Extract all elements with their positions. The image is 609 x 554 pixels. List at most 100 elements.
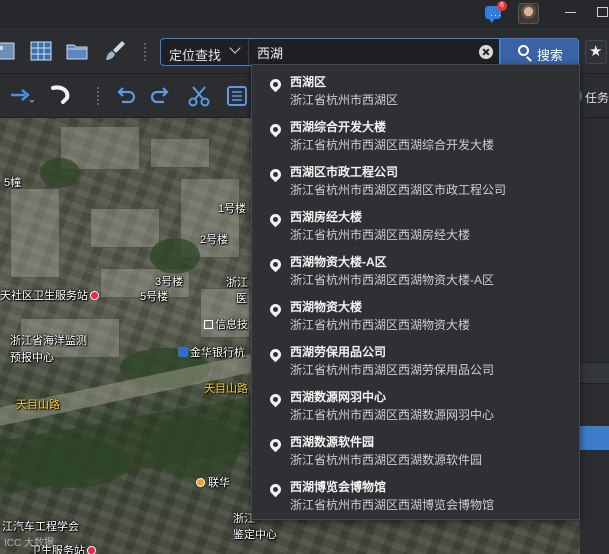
suggestion-name: 西湖数源软件园 <box>290 435 375 449</box>
suggestion-item[interactable]: 西湖房经大楼 浙江省杭州市西湖区西湖房经大楼 <box>252 202 579 247</box>
suggestion-item[interactable]: 西湖区市政工程公司 浙江省杭州市西湖区西湖区市政工程公司 <box>252 157 579 202</box>
suggestion-name: 西湖房经大楼 <box>290 210 363 224</box>
suggestion-item[interactable]: 西湖数源网羽中心 浙江省杭州市西湖区西湖数源网羽中心 <box>252 382 579 427</box>
road-label: 天目山路 <box>16 399 60 411</box>
tree <box>150 418 240 478</box>
suggestion-address: 浙江省杭州市西湖区西湖物资大楼-A区 <box>290 273 495 287</box>
location-pin-icon <box>267 121 284 138</box>
toolbar-grip-2[interactable] <box>96 86 100 106</box>
map-label-info: 信息技 <box>204 316 248 332</box>
side-panel-header[interactable] <box>580 362 609 384</box>
suggestion-item[interactable]: 西湖劳保用品公司 浙江省杭州市西湖区西湖劳保用品公司 <box>252 337 579 382</box>
suggestion-name: 西湖物资大楼 <box>290 300 363 314</box>
layer-image-icon[interactable] <box>0 38 18 64</box>
suggestion-name: 西湖数源网羽中心 <box>290 390 387 404</box>
search-box: 定位查找 <box>160 38 500 66</box>
suggestion-name: 西湖物资大楼-A区 <box>290 255 387 269</box>
suggestion-address: 浙江省杭州市西湖区西湖综合开发大楼 <box>290 138 495 152</box>
suggestion-address: 浙江省杭州市西湖区西湖数源软件园 <box>290 453 483 467</box>
suggestion-address: 浙江省杭州市西湖区西湖物资大楼 <box>290 318 471 332</box>
suggestion-name: 西湖劳保用品公司 <box>290 345 387 359</box>
search-button-label: 搜索 <box>537 48 564 63</box>
search-icon <box>518 45 529 56</box>
redo-icon[interactable] <box>148 83 174 109</box>
search-mode-label: 定位查找 <box>169 48 222 63</box>
map-label: 2号楼 <box>200 234 229 246</box>
toolbar-grip[interactable] <box>143 42 147 62</box>
suggestion-name: 西湖区 <box>290 75 327 89</box>
location-pin-icon <box>267 256 284 273</box>
map-grid-icon[interactable] <box>28 38 54 64</box>
suggestion-address: 浙江省杭州市西湖区西湖博览会博物馆 <box>290 498 495 512</box>
map-label: 江汽车工程学会 <box>2 521 79 533</box>
map-label: 5号楼 <box>140 291 169 303</box>
location-pin-icon <box>267 391 284 408</box>
location-pin-icon <box>267 166 284 183</box>
task-label: 任务 <box>585 91 609 105</box>
minimize-icon <box>565 12 576 13</box>
undo-icon[interactable] <box>112 83 138 109</box>
user-avatar[interactable] <box>518 3 539 24</box>
maximize-button[interactable] <box>595 4 609 20</box>
arrow-right-icon[interactable] <box>8 82 34 108</box>
location-pin-icon <box>267 211 284 228</box>
map-label: 浙江省海洋监测 <box>10 335 87 347</box>
suggestion-name: 西湖区市政工程公司 <box>290 165 399 179</box>
suggestion-item[interactable]: 西湖数源软件园 浙江省杭州市西湖区西湖数源软件园 <box>252 427 579 472</box>
road-label: 天目山路 <box>204 383 248 395</box>
suggestion-item[interactable]: 西湖物资大楼 浙江省杭州市西湖区西湖物资大楼 <box>252 292 579 337</box>
clear-search-button[interactable] <box>479 45 493 59</box>
suggestion-item[interactable]: 西湖综合开发大楼 浙江省杭州市西湖区西湖综合开发大楼 <box>252 112 579 157</box>
location-pin-icon <box>267 481 284 498</box>
suggestion-address: 浙江省杭州市西湖区 <box>290 93 399 107</box>
suggestion-name: 西湖综合开发大楼 <box>290 120 387 134</box>
location-pin-icon <box>267 76 284 93</box>
location-pin-icon <box>267 346 284 363</box>
messages-button[interactable]: ··· 6 <box>483 1 507 23</box>
suggestion-address: 浙江省杭州市西湖区西湖数源网羽中心 <box>290 408 495 422</box>
scissors-icon[interactable] <box>186 83 212 109</box>
suggestion-name: 西湖博览会博物馆 <box>290 480 387 494</box>
curve-tool-icon[interactable] <box>50 82 76 108</box>
title-bar: ··· 6 <box>0 0 609 28</box>
search-mode-select[interactable]: 定位查找 <box>161 39 249 65</box>
search-button[interactable]: 搜索 <box>500 38 579 66</box>
suggestion-item[interactable]: 西湖博览会博物馆 浙江省杭州市西湖区西湖博览会博物馆 <box>252 472 579 517</box>
building <box>90 208 160 248</box>
map-label: 鉴定中心 <box>233 529 277 541</box>
map-label: 浙江 <box>226 277 248 289</box>
map-label-bank: 金华银行杭 <box>178 344 245 360</box>
location-pin-icon <box>267 301 284 318</box>
map-label-lianhua: 联华 <box>194 474 230 490</box>
tree <box>10 438 130 488</box>
chevron-down-icon <box>229 42 241 54</box>
maximize-icon <box>597 7 608 17</box>
suggestion-address: 浙江省杭州市西湖区西湖区市政工程公司 <box>290 183 507 197</box>
suggestion-item[interactable]: 西湖区 浙江省杭州市西湖区 <box>252 67 579 112</box>
map-label: 预报中心 <box>10 352 54 364</box>
folder-icon[interactable] <box>64 38 90 64</box>
map-label-clinic: 天社区卫生服务站 <box>0 287 99 303</box>
map-label: 3号楼 <box>155 276 184 288</box>
list-panel-icon[interactable] <box>224 83 250 109</box>
brush-icon[interactable] <box>102 38 128 64</box>
minimize-button[interactable] <box>563 4 579 20</box>
map-label: 医 <box>236 293 247 305</box>
map-label: 1号楼 <box>218 203 247 215</box>
suggestion-item[interactable]: 西湖物资大楼-A区 浙江省杭州市西湖区西湖物资大楼-A区 <box>252 247 579 292</box>
building <box>10 188 60 278</box>
map-label: 5幢 <box>4 177 22 189</box>
suggestion-address: 浙江省杭州市西湖区西湖劳保用品公司 <box>290 363 495 377</box>
search-suggestions: 西湖区 浙江省杭州市西湖区 西湖综合开发大楼 浙江省杭州市西湖区西湖综合开发大楼… <box>251 64 580 520</box>
tree <box>150 238 200 274</box>
side-panel-selected-row[interactable] <box>580 426 609 450</box>
side-panel <box>580 118 609 554</box>
search-input[interactable] <box>257 42 477 62</box>
location-pin-icon <box>267 436 284 453</box>
suggestion-address: 浙江省杭州市西湖区西湖房经大楼 <box>290 228 471 242</box>
message-count-badge: 6 <box>497 1 507 11</box>
tree <box>40 158 80 188</box>
favorite-button[interactable]: ★ <box>585 40 607 64</box>
watermark: ICC 大数据 <box>4 538 54 549</box>
star-icon: ★ <box>589 43 603 60</box>
